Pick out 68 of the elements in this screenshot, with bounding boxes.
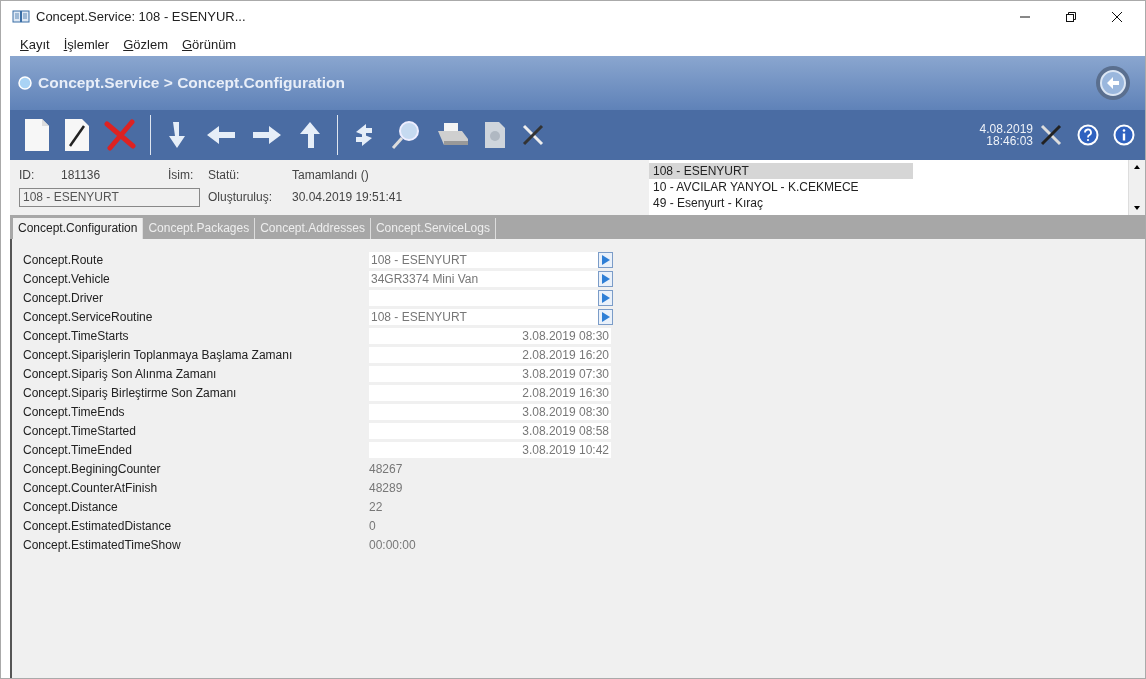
id-label: ID: — [19, 168, 36, 182]
field-label: Concept.CounterAtFinish — [23, 480, 159, 495]
field-value: 48267 — [369, 461, 403, 476]
field-label: Concept.Sipariş Son Alınma Zamanı — [23, 366, 218, 381]
id-value: 181136 — [61, 168, 102, 182]
datetime-field[interactable]: 3.08.2019 08:58 — [369, 422, 611, 439]
name-field[interactable]: 108 - ESENYURT — [19, 187, 200, 207]
menu-item[interactable]: Kayıt — [20, 36, 50, 52]
lookup-field[interactable]: 108 - ESENYURT — [369, 251, 601, 268]
field-label: Concept.TimeEnded — [23, 442, 133, 457]
field-label: Concept.Sipariş Birleştirme Son Zamanı — [23, 385, 238, 400]
field-value: 0 — [369, 518, 376, 533]
datetime-field[interactable]: 2.08.2019 16:30 — [369, 384, 611, 401]
scrollbar[interactable] — [1128, 160, 1145, 215]
edit-document-icon[interactable] — [64, 118, 90, 152]
orb-icon — [18, 76, 32, 90]
route-list-item[interactable]: 108 - ESENYURT — [649, 163, 913, 179]
info-icon[interactable] — [1113, 124, 1135, 146]
field-label: Concept.Siparişlerin Toplanmaya Başlama Zamanı — [23, 347, 294, 362]
datetime-field[interactable]: 3.08.2019 07:30 — [369, 365, 611, 382]
field-value: 00:00:00 — [369, 537, 416, 552]
play-icon[interactable] — [598, 270, 613, 287]
status-label: Statü: — [208, 168, 241, 182]
field-value: 48289 — [369, 480, 403, 495]
field-label: Concept.TimeEnds — [23, 404, 126, 419]
restore-icon[interactable] — [1065, 10, 1077, 23]
datetime-field[interactable]: 3.08.2019 08:30 — [369, 403, 611, 420]
field-label: Concept.Driver — [23, 290, 105, 305]
up-arrow-icon[interactable] — [297, 120, 323, 150]
field-label: Concept.Distance — [23, 499, 119, 514]
field-label: Concept.Vehicle — [23, 271, 111, 286]
datetime-field[interactable]: 3.08.2019 10:42 — [369, 441, 611, 458]
lookup-field[interactable]: 34GR3374 Mini Van — [369, 270, 601, 287]
field-label: Concept.EstimatedDistance — [23, 518, 173, 533]
datetime-field[interactable]: 2.08.2019 16:20 — [369, 346, 611, 363]
tab[interactable]: Concept.Configuration — [13, 218, 144, 239]
play-icon[interactable] — [598, 308, 613, 325]
lookup-field[interactable]: 108 - ESENYURT — [369, 308, 601, 325]
field-label: Concept.ServiceRoutine — [23, 309, 154, 324]
route-list-item[interactable]: 10 - AVCILAR YANYOL - K.CEKMECE — [649, 179, 913, 195]
route-list-item[interactable]: 49 - Esenyurt - Kıraç — [649, 195, 913, 211]
menu-item[interactable]: İşlemler — [63, 36, 110, 52]
clock: 4.08.2019 18:46:03 — [979, 123, 1033, 147]
close-icon[interactable] — [1111, 10, 1123, 23]
help-icon[interactable] — [1077, 124, 1099, 146]
menu-item[interactable]: Gözlem — [123, 36, 168, 52]
window-title: Concept.Service: 108 - ESENYUR... — [36, 9, 246, 24]
play-icon[interactable] — [598, 251, 613, 268]
field-label: Concept.EstimatedTimeShow — [23, 537, 182, 552]
breadcrumb: Concept.Service > Concept.Configuration — [38, 74, 346, 92]
field-label: Concept.TimeStarted — [23, 423, 137, 438]
menu-item[interactable]: Görünüm — [182, 36, 237, 52]
status-value: Tamamlandı () — [292, 168, 370, 182]
field-value: 22 — [369, 499, 383, 514]
lookup-field[interactable] — [369, 289, 601, 306]
back-icon[interactable] — [1095, 65, 1131, 101]
book-icon — [12, 9, 30, 24]
play-icon[interactable] — [598, 289, 613, 306]
field-label: Concept.Route — [23, 252, 105, 267]
field-label: Concept.TimeStarts — [23, 328, 130, 343]
document-icon[interactable] — [484, 121, 506, 149]
created-value: 30.04.2019 19:51:41 — [292, 190, 404, 204]
field-label: Concept.BeginingCounter — [23, 461, 162, 476]
search-icon[interactable] — [390, 119, 422, 151]
datetime-field[interactable]: 3.08.2019 08:30 — [369, 327, 611, 344]
name-label: İsim: — [167, 168, 195, 182]
created-label: Oluşturuluş: — [208, 190, 274, 204]
new-document-icon[interactable] — [24, 118, 50, 152]
